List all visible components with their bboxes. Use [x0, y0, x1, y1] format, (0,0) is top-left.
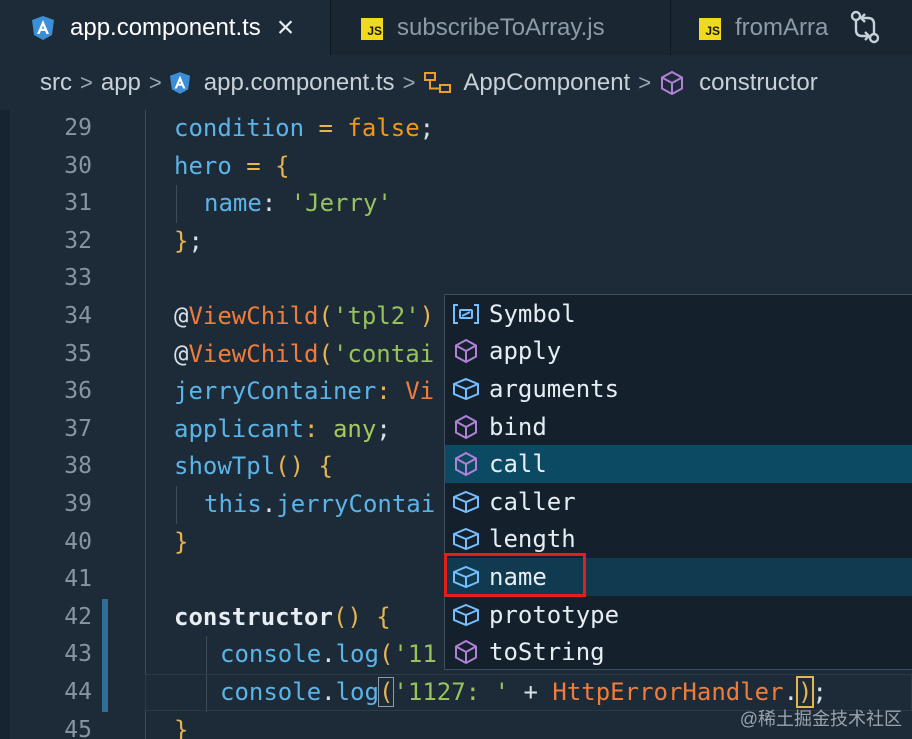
breadcrumb: src > app > app.component.ts > AppCompon…	[0, 55, 912, 110]
code-text: name: 'Jerry'	[204, 189, 392, 218]
code-text: constructor() {	[174, 602, 391, 631]
property-icon	[451, 600, 481, 630]
autocomplete-widget: Symbol apply arguments bind call caller	[444, 294, 912, 670]
tab-subscribe-to-array[interactable]: JS subscribeToArray.js	[330, 0, 671, 55]
line-number: 37	[64, 415, 92, 442]
line-number: 39	[64, 491, 92, 517]
code-text: applicant: any;	[174, 414, 391, 443]
breadcrumb-src[interactable]: src	[40, 69, 72, 97]
line-number: 42	[64, 603, 92, 630]
line-number: 30	[64, 152, 92, 179]
suggestion-item-call[interactable]: call	[445, 445, 912, 483]
tab-label: app.component.ts	[70, 13, 261, 41]
method-icon	[451, 412, 481, 442]
tab-bar: app.component.ts × JS subscribeToArray.j…	[0, 0, 912, 55]
close-icon[interactable]: ×	[277, 11, 295, 45]
method-icon	[659, 70, 685, 96]
property-icon	[451, 524, 481, 554]
line-number: 34	[64, 303, 92, 329]
line-number: 31	[64, 190, 92, 217]
watermark: @稀土掘金技术社区	[739, 709, 902, 729]
highlight-annotation-box	[444, 553, 586, 597]
method-icon	[451, 637, 481, 667]
line-number: 41	[64, 566, 92, 593]
suggestion-item-arguments[interactable]: arguments	[445, 370, 912, 408]
code-text: showTpl() {	[174, 452, 333, 481]
suggestion-item-prototype[interactable]: prototype	[445, 596, 912, 634]
line-number: 33	[64, 265, 92, 292]
compare-changes-icon[interactable]	[848, 10, 882, 44]
line-number: 44	[64, 679, 92, 705]
code-text: this.jerryContai	[204, 490, 436, 518]
line-number: 43	[64, 641, 92, 668]
tab-label: fromArra	[735, 13, 829, 41]
code-text: condition = false;	[174, 114, 435, 142]
code-text: console.log('1127: ' + HttpErrorHandler.…	[220, 676, 827, 708]
line-number: 35	[64, 340, 92, 367]
line-number: 45	[64, 716, 92, 739]
js-icon: JS	[699, 14, 735, 42]
suggestion-item-symbol[interactable]: Symbol	[445, 295, 912, 333]
breadcrumb-member[interactable]: constructor	[699, 69, 818, 97]
suggestion-item-tostring[interactable]: toString	[445, 633, 912, 669]
property-icon	[451, 487, 481, 517]
breadcrumb-class[interactable]: AppComponent	[463, 69, 630, 97]
class-icon	[423, 70, 453, 96]
breadcrumb-separator: >	[148, 69, 162, 95]
code-line: 29 condition = false;	[0, 110, 912, 148]
code-line: 30 hero = {	[0, 148, 912, 186]
code-text: @ViewChild('tpl2')	[174, 302, 435, 330]
tab-app-component[interactable]: app.component.ts ×	[0, 0, 330, 55]
code-text: }	[174, 715, 189, 739]
tab-label: subscribeToArray.js	[397, 13, 605, 41]
breadcrumb-file[interactable]: app.component.ts	[204, 69, 395, 97]
line-number: 32	[64, 227, 92, 254]
tab-from-array[interactable]: JS fromArra	[670, 0, 831, 55]
line-number: 38	[64, 453, 92, 480]
js-icon: JS	[361, 14, 397, 42]
code-text: hero = {	[174, 151, 290, 180]
line-number: 29	[64, 115, 92, 141]
property-icon	[451, 374, 481, 404]
line-number: 36	[64, 378, 92, 405]
method-icon	[451, 336, 481, 366]
code-line: 33	[0, 260, 912, 298]
breadcrumb-separator: >	[638, 69, 652, 95]
code-text: };	[174, 226, 203, 255]
code-text: console.log('11	[220, 640, 437, 669]
line-number: 40	[64, 528, 92, 555]
suggestion-item-bind[interactable]: bind	[445, 408, 912, 446]
angular-icon	[169, 71, 190, 94]
suggestion-item-apply[interactable]: apply	[445, 333, 912, 371]
breadcrumb-separator: >	[402, 69, 416, 95]
field-icon	[451, 299, 481, 329]
angular-icon	[32, 15, 54, 40]
breadcrumb-separator: >	[80, 69, 93, 95]
code-text: jerryContainer: Vi	[174, 377, 435, 406]
breadcrumb-app[interactable]: app	[101, 69, 141, 97]
method-icon	[451, 449, 481, 479]
code-text: }	[174, 527, 189, 556]
code-line: 31 name: 'Jerry'	[0, 185, 912, 223]
text-cursor: )	[795, 676, 815, 708]
code-line: 32 };	[0, 223, 912, 261]
suggestion-item-caller[interactable]: caller	[445, 483, 912, 521]
code-text: @ViewChild('contai	[174, 339, 435, 368]
